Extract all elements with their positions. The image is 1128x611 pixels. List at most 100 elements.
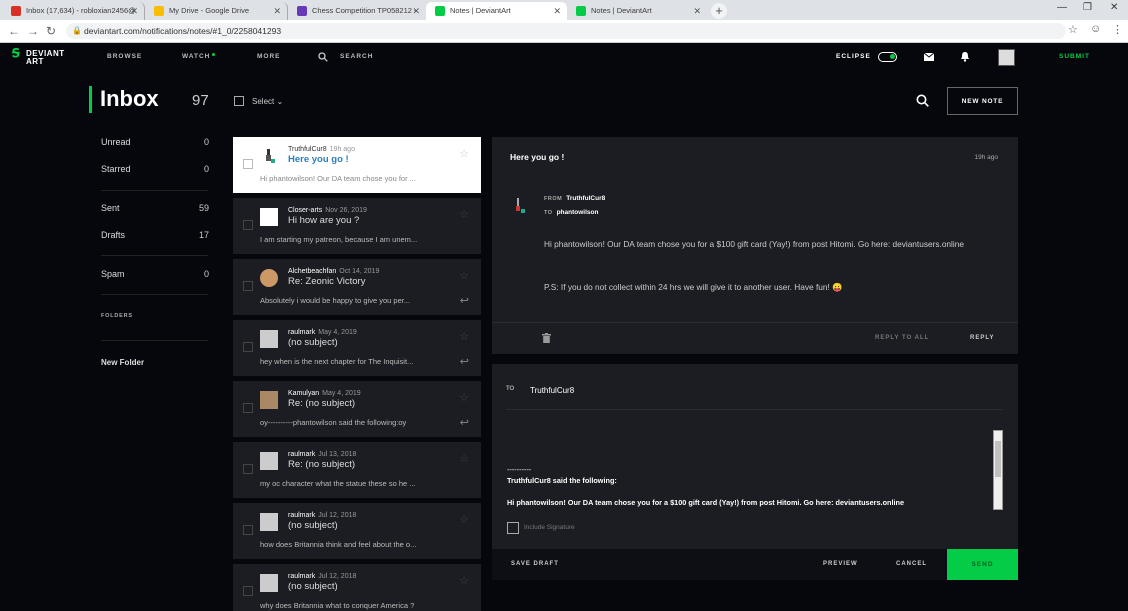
message-item[interactable]: raulmark Jul 12, 2018 (no subject) why do… xyxy=(233,564,481,611)
browser-tab-active[interactable]: Notes | DeviantArt ✕ xyxy=(426,2,567,20)
recipient-name-link[interactable]: phantowilson xyxy=(557,209,599,216)
to-label: TO xyxy=(506,386,515,392)
replied-icon: ↩ xyxy=(459,295,469,307)
message-checkbox[interactable] xyxy=(243,281,253,291)
message-subject: (no subject) xyxy=(288,337,338,348)
nav-browse[interactable]: BROWSE xyxy=(107,53,142,60)
sidebar-count: 0 xyxy=(203,137,209,147)
message-checkbox[interactable] xyxy=(243,464,253,474)
textarea-scrollbar[interactable] xyxy=(993,430,1003,510)
sidebar-item-spam[interactable]: Spam xyxy=(101,269,125,279)
menu-icon[interactable]: ⋮ xyxy=(1112,23,1123,36)
divider xyxy=(492,322,1018,323)
nav-search[interactable]: SEARCH xyxy=(340,53,373,60)
message-checkbox[interactable] xyxy=(243,586,253,596)
sender-avatar[interactable] xyxy=(512,197,526,215)
message-checkbox[interactable] xyxy=(243,525,253,535)
url-bar[interactable]: 🔒 deviantart.com/notifications/notes/#1_… xyxy=(66,23,1066,39)
reader-subject: Here you go ! xyxy=(510,152,565,162)
user-avatar[interactable] xyxy=(998,49,1015,66)
star-icon[interactable]: ☆ xyxy=(459,452,469,465)
browser-tab[interactable]: Inbox (17,634) - robloxian2456@ ✕ xyxy=(2,2,145,20)
search-notes-icon[interactable] xyxy=(916,94,929,107)
reload-icon[interactable]: ↻ xyxy=(46,24,56,38)
message-item[interactable]: raulmark Jul 12, 2018 (no subject) how do… xyxy=(233,503,481,559)
reply-all-button[interactable]: REPLY TO ALL xyxy=(875,335,929,341)
include-signature-checkbox[interactable] xyxy=(507,522,519,534)
browser-tab[interactable]: Notes | DeviantArt ✕ xyxy=(567,2,707,20)
message-item[interactable]: Closer-arts Nov 26, 2019 Hi how are you ?… xyxy=(233,198,481,254)
message-item[interactable]: Kamulyan May 4, 2019 Re: (no subject) oy-… xyxy=(233,381,481,437)
message-item[interactable]: raulmark May 4, 2019 (no subject) hey whe… xyxy=(233,320,481,376)
save-draft-button[interactable]: SAVE DRAFT xyxy=(511,561,559,567)
mail-icon[interactable] xyxy=(924,53,934,61)
sidebar-item-sent[interactable]: Sent xyxy=(101,203,120,213)
submit-button[interactable]: SUBMIT xyxy=(1059,53,1090,60)
close-tab-icon[interactable]: ✕ xyxy=(553,2,561,20)
avatar xyxy=(260,269,278,287)
cancel-button[interactable]: CANCEL xyxy=(896,561,927,567)
new-tab-button[interactable]: + xyxy=(711,3,727,19)
message-preview: why does Britannia what to conquer Ameri… xyxy=(260,601,415,610)
profile-icon[interactable]: ☺ xyxy=(1090,23,1101,35)
browser-tab[interactable]: Chess Competition TP058212 - ✕ xyxy=(288,2,426,20)
close-window-icon[interactable]: ✕ xyxy=(1110,2,1118,13)
message-item[interactable]: Alchetbeachfan Oct 14, 2019 Re: Zeonic Vi… xyxy=(233,259,481,315)
message-preview: Hi phantowilson! Our DA team chose you f… xyxy=(260,174,416,183)
tab-title: Notes | DeviantArt xyxy=(591,6,652,15)
search-icon[interactable] xyxy=(318,52,328,62)
message-checkbox[interactable] xyxy=(243,403,253,413)
browser-tab[interactable]: My Drive - Google Drive ✕ xyxy=(145,2,288,20)
message-checkbox[interactable] xyxy=(243,342,253,352)
star-icon[interactable]: ☆ xyxy=(459,391,469,404)
preview-button[interactable]: PREVIEW xyxy=(823,561,858,567)
close-tab-icon[interactable]: ✕ xyxy=(693,2,701,20)
forward-icon[interactable]: → xyxy=(27,24,39,38)
browser-toolbar: ← → ↻ 🔒 deviantart.com/notifications/not… xyxy=(0,20,1128,43)
sidebar-item-drafts[interactable]: Drafts xyxy=(101,230,125,240)
new-note-button[interactable]: NEW NOTE xyxy=(947,87,1018,115)
message-item[interactable]: raulmark Jul 13, 2018 Re: (no subject) my… xyxy=(233,442,481,498)
avatar xyxy=(260,330,278,348)
reply-button[interactable]: REPLY xyxy=(970,335,994,341)
message-item-selected[interactable]: TruthfulCur8 19h ago Here you go ! Hi pha… xyxy=(233,137,481,193)
star-icon[interactable]: ☆ xyxy=(459,330,469,343)
star-icon[interactable]: ☆ xyxy=(459,513,469,526)
message-sender: Alchetbeachfan Oct 14, 2019 xyxy=(288,268,380,275)
reader-time: 19h ago xyxy=(974,154,999,161)
recipient-field[interactable]: TruthfulCur8 xyxy=(530,386,574,395)
watch-notification-dot xyxy=(212,53,215,56)
trash-icon[interactable] xyxy=(542,333,551,343)
eclipse-label: ECLIPSE xyxy=(836,53,871,60)
message-textarea[interactable]: ---------- TruthfulCur8 said the followi… xyxy=(507,464,987,508)
close-tab-icon[interactable]: ✕ xyxy=(412,2,420,20)
deviantart-favicon xyxy=(576,6,586,16)
reader-body-paragraph: P.S: If you do not collect within 24 hrs… xyxy=(544,282,843,292)
sidebar-item-unread[interactable]: Unread xyxy=(101,137,131,147)
sender-name-link[interactable]: TruthfulCur8 xyxy=(566,195,605,202)
new-folder-link[interactable]: New Folder xyxy=(101,358,144,367)
select-all-checkbox[interactable] xyxy=(234,96,244,106)
message-checkbox[interactable] xyxy=(243,220,253,230)
star-icon[interactable]: ☆ xyxy=(459,574,469,587)
avatar xyxy=(260,452,278,470)
back-icon[interactable]: ← xyxy=(8,24,20,38)
nav-watch[interactable]: WATCH xyxy=(182,53,210,60)
message-sender: raulmark May 4, 2019 xyxy=(288,329,357,336)
select-dropdown[interactable]: Select ⌄ xyxy=(252,97,283,106)
maximize-icon[interactable]: ❐ xyxy=(1083,2,1092,13)
bookmark-star-icon[interactable]: ☆ xyxy=(1068,23,1078,36)
sidebar-item-starred[interactable]: Starred xyxy=(101,164,131,174)
nav-more[interactable]: MORE xyxy=(257,53,281,60)
close-tab-icon[interactable]: ✕ xyxy=(273,2,281,20)
star-icon[interactable]: ☆ xyxy=(459,147,469,160)
close-tab-icon[interactable]: ✕ xyxy=(130,2,138,20)
star-icon[interactable]: ☆ xyxy=(459,208,469,221)
send-button[interactable]: SEND xyxy=(947,549,1018,580)
message-checkbox[interactable] xyxy=(243,159,253,169)
bell-icon[interactable] xyxy=(960,52,970,62)
minimize-icon[interactable]: — xyxy=(1057,2,1067,13)
eclipse-toggle[interactable] xyxy=(878,52,897,62)
star-icon[interactable]: ☆ xyxy=(459,269,469,282)
reader-body-paragraph: Hi phantowilson! Our DA team chose you f… xyxy=(544,239,964,249)
